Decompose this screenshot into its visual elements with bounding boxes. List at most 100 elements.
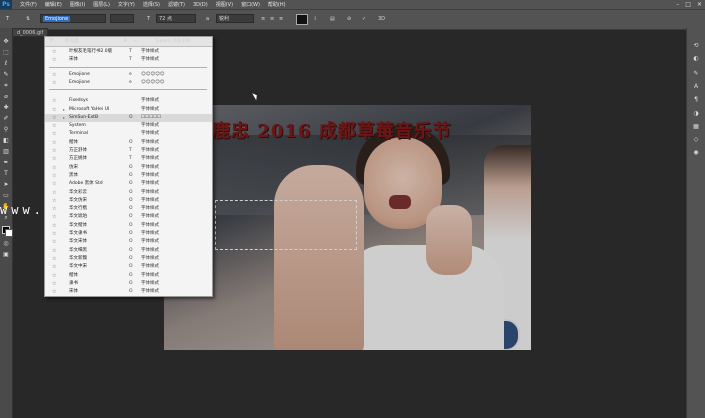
font-list-item[interactable]: ☆ 华文中宋 O 字体样式	[45, 263, 212, 271]
similar-fonts-icon[interactable]: ≈	[133, 37, 137, 46]
menu-image[interactable]: 图像(I)	[70, 1, 85, 8]
font-size-input[interactable]: 72 点	[156, 14, 196, 23]
expand-arrow-icon[interactable]: ▸	[63, 106, 65, 114]
typekit-add-fonts[interactable]: Typekit 添加字体	[155, 37, 190, 46]
menu-file[interactable]: 文件(F)	[20, 1, 37, 8]
menu-filter[interactable]: 滤镜(T)	[168, 1, 185, 8]
favorite-star-icon[interactable]: ☆	[52, 263, 56, 271]
eyedropper-tool-icon[interactable]: ⌀	[2, 93, 10, 100]
font-list-item[interactable]: ☆ 方正舒体 T 字体样式	[45, 147, 212, 155]
favorite-star-icon[interactable]: ☆	[52, 197, 56, 205]
font-list-item[interactable]: ☆ ▸ SimSun-ExtB O ☐☐☐☐☐	[45, 113, 212, 122]
font-list-item[interactable]: ☆ Adobe 黑体 Std O 字体样式	[45, 180, 212, 188]
menu-select[interactable]: 选择(S)	[143, 1, 160, 8]
eraser-tool-icon[interactable]: ◧	[2, 137, 10, 144]
favorite-star-icon[interactable]: ☆	[52, 164, 56, 172]
channels-panel-icon[interactable]: ◉	[692, 149, 700, 156]
menu-edit[interactable]: 编辑(E)	[45, 1, 62, 8]
favorite-star-icon[interactable]: ☆	[52, 296, 56, 297]
font-list-item[interactable]: ☆ ▸ Microsoft YaHei UI 字体样式	[45, 106, 212, 114]
menu-3d[interactable]: 3D(D)	[193, 2, 208, 8]
layers-panel-icon[interactable]: ◇	[692, 136, 700, 143]
favorite-star-icon[interactable]: ☆	[52, 122, 56, 130]
favorite-star-icon[interactable]: ☆	[52, 106, 56, 114]
font-style-select[interactable]	[110, 14, 134, 23]
quick-select-tool-icon[interactable]: ✎	[2, 71, 10, 78]
marquee-tool-icon[interactable]: ⬚	[2, 49, 10, 56]
favorite-star-icon[interactable]: ☆	[52, 71, 56, 79]
font-list-item[interactable]: ☆ 楷体 O 字体样式	[45, 139, 212, 147]
screen-mode-icon[interactable]: ▣	[2, 251, 10, 258]
adjustments-panel-icon[interactable]: ◑	[692, 110, 700, 117]
align-center-icon[interactable]: ≡	[270, 14, 274, 24]
properties-panel-icon[interactable]: ◐	[692, 55, 700, 62]
3d-text-icon[interactable]: 3D	[378, 14, 385, 24]
expand-arrow-icon[interactable]: ▸	[63, 114, 65, 122]
favorite-star-icon[interactable]: ☆	[52, 230, 56, 238]
font-list-item[interactable]: ☆ 微软雅黑 O 字体样式	[45, 296, 212, 297]
favorite-star-icon[interactable]: ☆	[52, 288, 56, 296]
font-list-item[interactable]: ☆ 隶书 O 字体样式	[45, 280, 212, 288]
font-list-item[interactable]: ☆ 叶根友毛笔行书2.0版 T 字体样式	[45, 48, 212, 56]
font-list-item[interactable]: ☆ 华文细黑 O 字体样式	[45, 247, 212, 255]
font-list-item[interactable]: ☆ 华文行楷 O 字体样式	[45, 205, 212, 213]
cancel-icon[interactable]: ⊘	[347, 14, 351, 24]
maximize-icon[interactable]: □	[685, 1, 691, 8]
favorite-star-icon[interactable]: ☆	[52, 222, 56, 230]
font-list-item[interactable]: ☆ 华文宋体 O 字体样式	[45, 238, 212, 246]
menu-type[interactable]: 文字(Y)	[118, 1, 135, 8]
filter-icon[interactable]: ⧩	[49, 38, 53, 44]
align-right-icon[interactable]: ≡	[279, 14, 283, 24]
favorite-star-icon[interactable]: ☆	[52, 280, 56, 288]
font-list-item[interactable]: ☆ 华文琥珀 O 字体样式	[45, 213, 212, 221]
favorite-star-icon[interactable]: ☆	[52, 139, 56, 147]
path-select-tool-icon[interactable]: ➤	[2, 181, 10, 188]
clone-tool-icon[interactable]: ⚲	[2, 126, 10, 133]
commit-check-icon[interactable]: ✓	[362, 14, 366, 24]
character-panel-icon[interactable]: ▤	[330, 14, 335, 24]
font-list-item[interactable]: ☆ 宋体 T 字体样式	[45, 56, 212, 64]
font-list-item[interactable]: ☆ 黑体 O 字体样式	[45, 172, 212, 180]
character-panel-dock-icon[interactable]: A	[692, 83, 700, 90]
font-list-item[interactable]: ☆ 华文隶书 O 字体样式	[45, 230, 212, 238]
close-icon[interactable]: ✕	[697, 1, 702, 8]
menu-window[interactable]: 窗口(W)	[241, 1, 260, 8]
favorite-star-icon[interactable]: ☆	[52, 97, 56, 105]
favorite-star-icon[interactable]: ☆	[52, 79, 56, 87]
font-list-item[interactable]: ☆ 宋体 O 字体样式	[45, 288, 212, 296]
antialias-select[interactable]: 锐利	[216, 14, 254, 23]
favorite-star-icon[interactable]: ☆	[52, 155, 56, 163]
menu-help[interactable]: 帮助(H)	[268, 1, 286, 8]
menu-view[interactable]: 视图(V)	[216, 1, 233, 8]
font-list-item[interactable]: ☆ 华文新魏 O 字体样式	[45, 255, 212, 263]
favorite-star-icon[interactable]: ☆	[52, 172, 56, 180]
font-list-item[interactable]: ☆ 华文仿宋 O 字体样式	[45, 197, 212, 205]
favorite-star-icon[interactable]: ☆	[52, 247, 56, 255]
menu-layer[interactable]: 图层(L)	[93, 1, 110, 8]
move-tool-icon[interactable]: ✥	[2, 38, 10, 45]
favorite-star-icon[interactable]: ☆	[52, 213, 56, 221]
font-list-item[interactable]: ☆ Fixedsys 字体样式	[45, 97, 212, 105]
quick-mask-icon[interactable]: ◎	[2, 240, 10, 247]
background-color-icon[interactable]	[5, 229, 13, 237]
favorite-star-icon[interactable]: ☆	[52, 272, 56, 280]
font-family-dropdown[interactable]: ⧩ 所有类 ★ ≈ Typekit 添加字体 ☆ 叶根友毛笔行书2.0版 T 字体样式…	[44, 36, 213, 297]
warp-text-icon[interactable]: ⌇	[314, 14, 316, 24]
orientation-toggle-icon[interactable]: ⇅	[26, 14, 30, 24]
favorite-star-icon[interactable]: ☆	[52, 255, 56, 263]
brush-tool-icon[interactable]: ✐	[2, 115, 10, 122]
shape-tool-icon[interactable]: ▭	[2, 192, 10, 199]
favorite-star-icon[interactable]: ☆	[52, 205, 56, 213]
favorites-star-icon[interactable]: ★	[123, 37, 127, 46]
type-tool-icon[interactable]: T	[6, 14, 9, 24]
styles-panel-icon[interactable]: ▦	[692, 123, 700, 130]
favorite-star-icon[interactable]: ☆	[52, 147, 56, 155]
text-bounding-box[interactable]	[215, 200, 357, 250]
favorite-star-icon[interactable]: ☆	[52, 238, 56, 246]
favorite-star-icon[interactable]: ☆	[52, 180, 56, 188]
history-panel-icon[interactable]: ⟲	[692, 42, 700, 49]
type-tool-sidebar-icon[interactable]: T	[2, 170, 10, 177]
crop-tool-icon[interactable]: ⌗	[2, 82, 10, 89]
font-list-item[interactable]: ☆ 仿宋 O 字体样式	[45, 164, 212, 172]
font-list-item[interactable]: ☆ Emojione e ☺☺☺☺☺	[45, 71, 212, 79]
